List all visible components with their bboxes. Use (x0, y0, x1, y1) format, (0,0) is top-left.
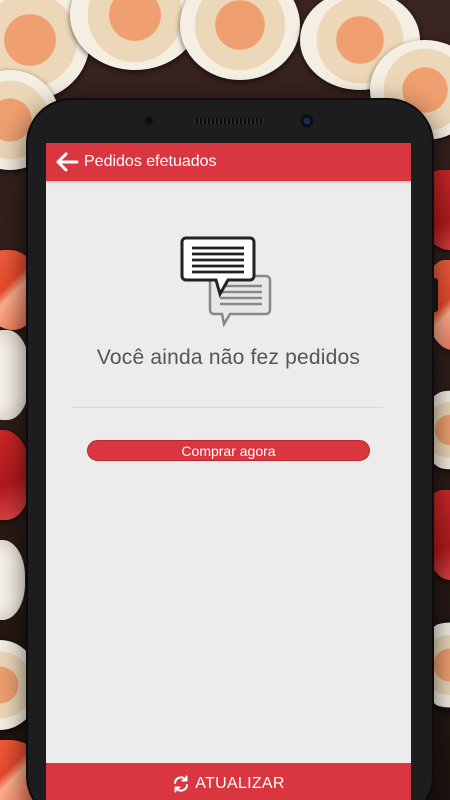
chat-bubbles-icon (180, 236, 272, 328)
arrow-left-icon (56, 152, 79, 172)
refresh-label: ATUALIZAR (195, 775, 285, 792)
refresh-button[interactable]: ATUALIZAR (46, 763, 411, 800)
phone-sensor (144, 116, 154, 126)
app-bar: Pedidos efetuados (46, 143, 411, 181)
sushi-roll-image (180, 0, 300, 80)
phone-speaker (194, 118, 264, 124)
phone-frame: Pedidos efetuados Você ainda não fez ped… (28, 100, 438, 800)
page-title: Pedidos efetuados (84, 153, 217, 170)
empty-message: Você ainda não fez pedidos (96, 346, 361, 369)
app-screen: Pedidos efetuados Você ainda não fez ped… (46, 143, 411, 800)
rice-image (0, 540, 25, 620)
divider (72, 407, 383, 408)
refresh-content: ATUALIZAR (172, 775, 285, 793)
tuna-image (0, 430, 30, 520)
rice-image (0, 330, 30, 420)
back-button[interactable] (52, 147, 82, 177)
refresh-icon (174, 775, 189, 793)
empty-state: Você ainda não fez pedidos Comprar agora (46, 181, 411, 758)
buy-now-button[interactable]: Comprar agora (87, 440, 370, 461)
phone-side-button (432, 278, 438, 312)
phone-camera (300, 114, 314, 128)
